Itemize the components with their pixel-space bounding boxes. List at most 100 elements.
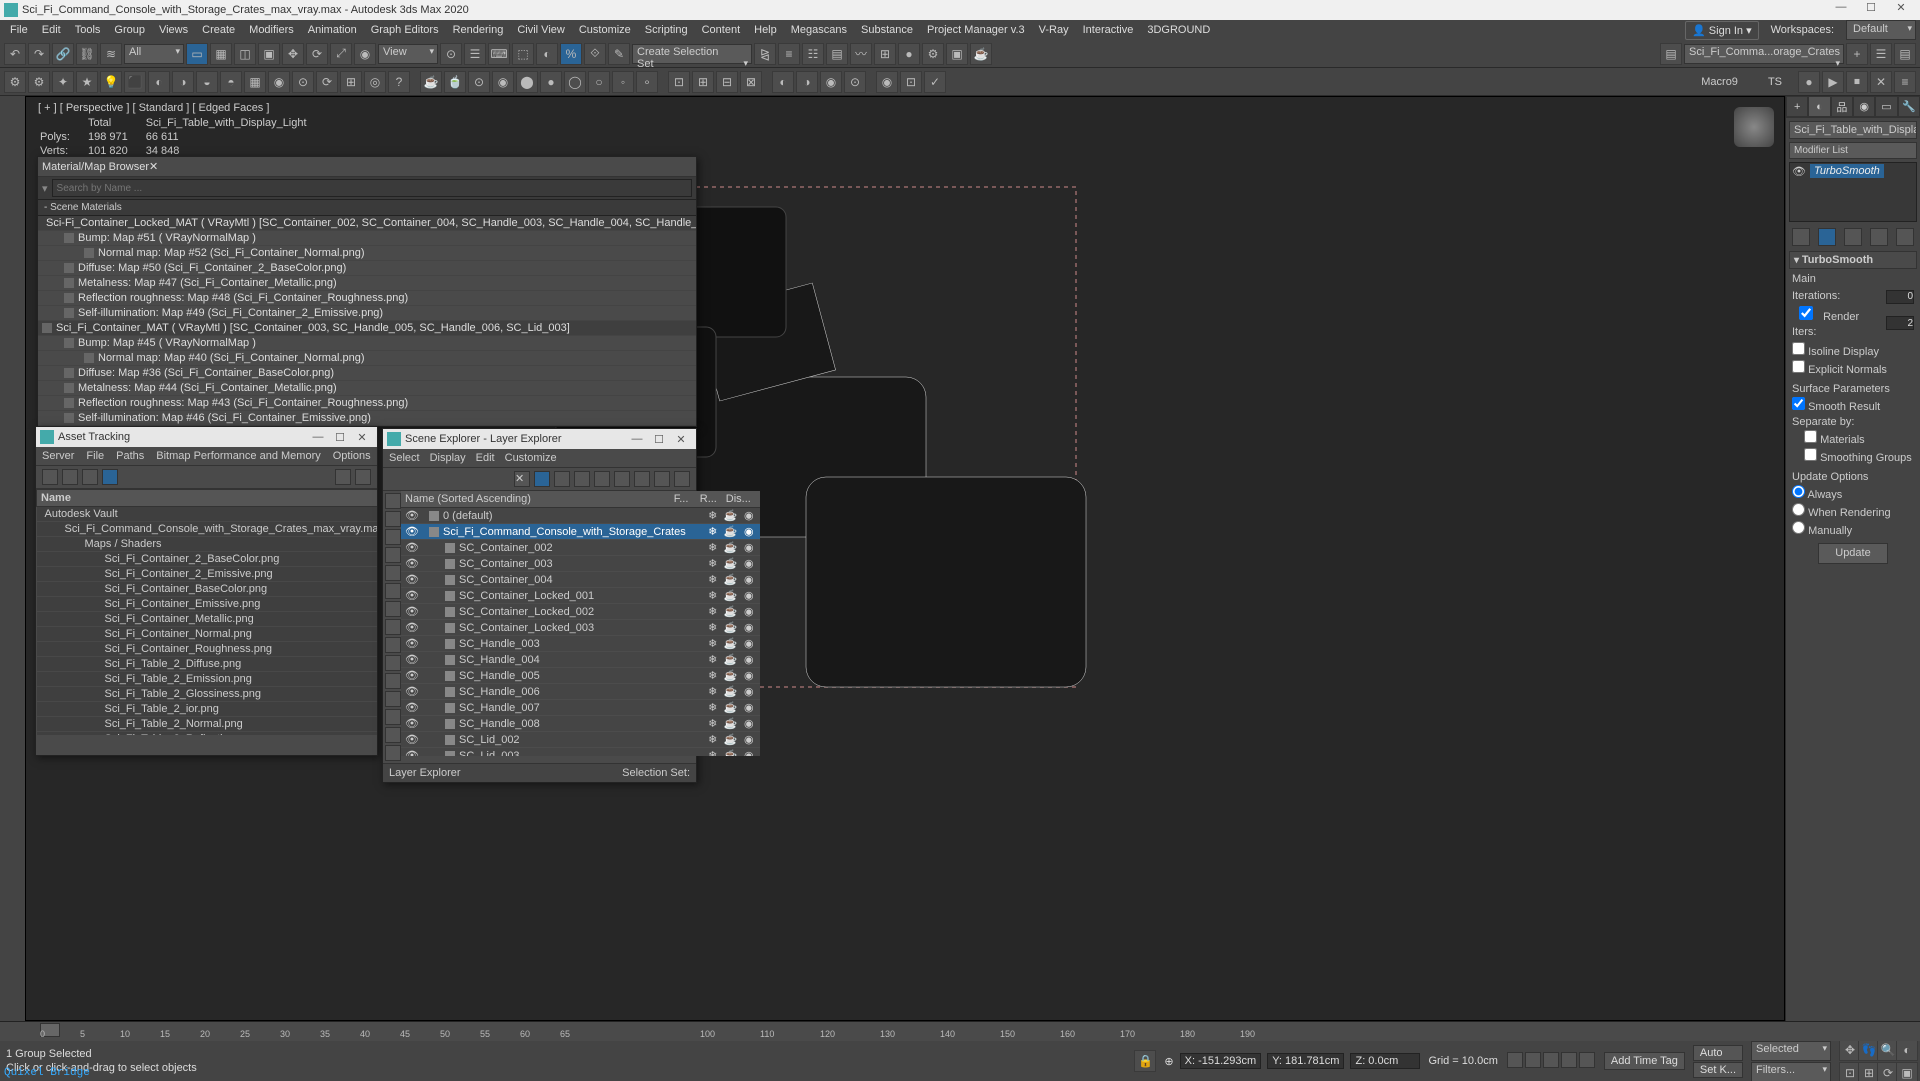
menu-v-ray[interactable]: V-Ray [1033,22,1075,38]
asset-row[interactable]: Sci_Fi_Command_Console_with_Storage_Crat… [37,522,378,537]
asset-row[interactable]: Sci_Fi_Container_Emissive.pngOk [37,597,378,612]
se-tb-5[interactable] [594,471,610,487]
se-tb-3[interactable] [554,471,570,487]
at-btn-1[interactable] [42,469,58,485]
at-btn-4[interactable] [102,469,118,485]
menu-project-manager-v-3[interactable]: Project Manager v.3 [921,22,1031,38]
minimize-button[interactable]: — [1826,1,1856,19]
macro-ctrl-2[interactable]: ⏹ [1846,71,1868,93]
toolbar2-btn-21[interactable]: ◉ [492,71,514,93]
menu-group[interactable]: Group [108,22,151,38]
toolbar2-btn-39[interactable]: ◉ [876,71,898,93]
se-tb-8[interactable] [654,471,670,487]
scene-explorer-maximize[interactable]: ☐ [648,433,670,446]
asset-row[interactable]: Sci_Fi_Container_2_BaseColor.pngOk [37,552,378,567]
window-crossing-button[interactable]: ▣ [258,43,280,65]
macro-ctrl-0[interactable]: ● [1798,71,1820,93]
nav-max-toggle-button[interactable]: ▣ [1896,1062,1918,1081]
menu-megascans[interactable]: Megascans [785,22,853,38]
manip-button[interactable]: ☰ [464,43,486,65]
toolbar2-btn-37[interactable]: ⊙ [844,71,866,93]
toolbar2-btn-41[interactable]: ✓ [924,71,946,93]
asset-row[interactable]: Sci_Fi_Container_Normal.pngOk [37,627,378,642]
se-col-name[interactable]: Name (Sorted Ascending) [405,493,674,505]
toolbar2-btn-31[interactable]: ⊟ [716,71,738,93]
asset-row[interactable]: Sci_Fi_Table_2_Diffuse.pngOk [37,657,378,672]
schematic-view-button[interactable]: ⊞ [874,43,896,65]
at-menu-file[interactable]: File [86,450,104,462]
percent-snap-button[interactable]: % [560,43,582,65]
scene-row[interactable]: 👁Sci_Fi_Command_Console_with_Storage_Cra… [401,524,760,540]
material-row[interactable]: Self-illumination: Map #49 (Sci_Fi_Conta… [38,306,696,321]
se-tb-7[interactable] [634,471,650,487]
layer-new-button[interactable]: + [1846,43,1868,65]
make-unique-button[interactable] [1844,228,1862,246]
modifier-stack[interactable]: 👁 TurboSmooth [1789,162,1917,222]
pivot-button[interactable]: ⊙ [440,43,462,65]
se-menu-select[interactable]: Select [389,452,420,464]
menu-create[interactable]: Create [196,22,241,38]
menu-tools[interactable]: Tools [69,22,107,38]
toolbar2-btn-13[interactable]: ⟳ [316,71,338,93]
material-browser-close[interactable]: ✕ [149,160,158,173]
toolbar2-btn-34[interactable]: ◐ [772,71,794,93]
toolbar2-btn-4[interactable]: 💡 [100,71,122,93]
scene-row[interactable]: 👁SC_Handle_006❄☕◉ [401,684,760,700]
asset-tracking-minimize[interactable]: — [307,431,329,443]
menu-file[interactable]: File [4,22,34,38]
at-menu-paths[interactable]: Paths [116,450,144,462]
se-col-display[interactable]: Dis... [726,493,756,505]
toolbar2-btn-18[interactable]: ☕ [420,71,442,93]
asset-tracking-close[interactable]: ✕ [351,431,373,444]
render-iters-spinner[interactable] [1886,316,1914,330]
menu-3dground[interactable]: 3DGROUND [1141,22,1216,38]
explicit-normals-checkbox[interactable] [1792,360,1805,373]
toolbar2-btn-7[interactable]: ◑ [172,71,194,93]
lock-selection-button[interactable]: 🔒 [1134,1050,1156,1072]
at-btn-3[interactable] [82,469,98,485]
scene-explorer-footer-label[interactable]: Layer Explorer [389,767,461,779]
toolbar2-btn-10[interactable]: ▦ [244,71,266,93]
se-menu-edit[interactable]: Edit [476,452,495,464]
close-button[interactable]: ✕ [1886,1,1916,19]
scene-row[interactable]: 👁SC_Handle_005❄☕◉ [401,668,760,684]
toolbar2-btn-26[interactable]: ◦ [612,71,634,93]
material-row[interactable]: Metalness: Map #44 (Sci_Fi_Container_Met… [38,381,696,396]
at-btn-5[interactable] [335,469,351,485]
toolbar2-btn-9[interactable]: ◓ [220,71,242,93]
toolbar2-btn-22[interactable]: ⬤ [516,71,538,93]
asset-tracking-maximize[interactable]: ☐ [329,431,351,444]
se-filter-9[interactable] [385,655,401,671]
scene-row[interactable]: 👁SC_Handle_003❄☕◉ [401,636,760,652]
selection-filter[interactable]: All [124,44,184,64]
menu-substance[interactable]: Substance [855,22,919,38]
menu-views[interactable]: Views [153,22,194,38]
undo-button[interactable]: ↶ [4,43,26,65]
asset-row[interactable]: Autodesk VaultLogged... [37,507,378,522]
tab-motion[interactable]: ◉ [1853,96,1875,117]
redo-button[interactable]: ↷ [28,43,50,65]
at-menu-server[interactable]: Server [42,450,74,462]
toolbar2-btn-35[interactable]: ◑ [796,71,818,93]
menu-interactive[interactable]: Interactive [1077,22,1140,38]
toolbar2-btn-8[interactable]: ◒ [196,71,218,93]
scene-row[interactable]: 👁SC_Container_Locked_001❄☕◉ [401,588,760,604]
toolbar2-btn-25[interactable]: ○ [588,71,610,93]
se-col-frozen[interactable]: F... [674,493,700,505]
toolbar2-btn-15[interactable]: ◎ [364,71,386,93]
show-end-result-button[interactable] [1818,228,1836,246]
material-row[interactable]: Bump: Map #45 ( VRayNormalMap ) [38,336,696,351]
goto-end-button[interactable] [1579,1052,1595,1068]
placement-button[interactable]: ◉ [354,43,376,65]
se-filter-4[interactable] [385,565,401,581]
material-search-input[interactable] [52,179,692,197]
scene-row[interactable]: 👁SC_Lid_003❄☕◉ [401,748,760,756]
keyboard-shortcut-button[interactable]: ⌨ [488,43,510,65]
menu-rendering[interactable]: Rendering [447,22,510,38]
rotate-button[interactable]: ⟳ [306,43,328,65]
scene-row[interactable]: 👁SC_Handle_004❄☕◉ [401,652,760,668]
scene-row[interactable]: 👁SC_Container_004❄☕◉ [401,572,760,588]
toolbar2-btn-6[interactable]: ◐ [148,71,170,93]
toolbar2-btn-30[interactable]: ⊞ [692,71,714,93]
toolbar2-btn-23[interactable]: ● [540,71,562,93]
